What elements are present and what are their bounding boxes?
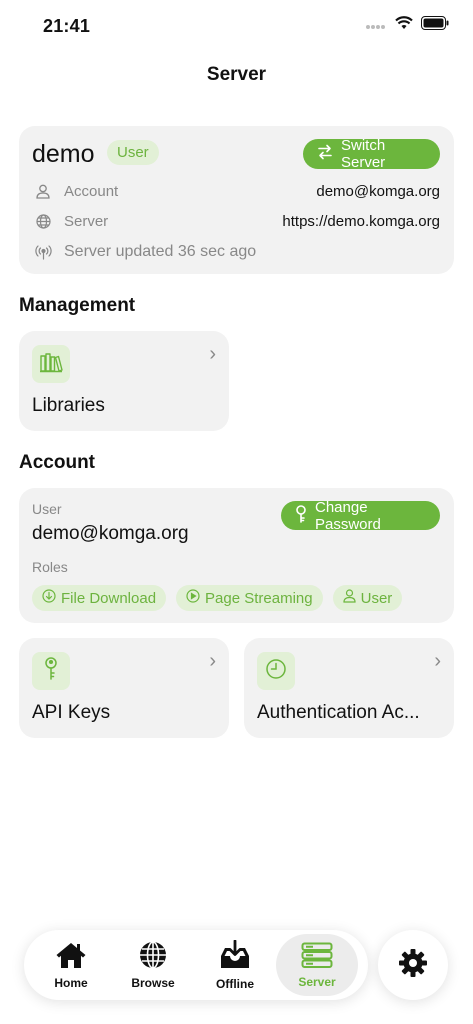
key-icon-box [32, 652, 70, 690]
tab-server[interactable]: Server [276, 934, 358, 996]
download-circle-icon [42, 589, 56, 607]
globe-icon [139, 940, 167, 972]
management-title: Management [19, 295, 136, 316]
switch-server-button[interactable]: Switch Server [303, 137, 440, 171]
role-file-download: File Download [32, 585, 167, 611]
status-bar: 21:41 [0, 0, 473, 52]
account-card: User demo@komga.org Change Password Role… [19, 488, 454, 623]
gear-icon [398, 948, 428, 983]
libraries-label: Libraries [32, 395, 105, 416]
api-keys-tile[interactable]: › API Keys [19, 638, 229, 738]
status-icons [365, 16, 449, 35]
change-password-label: Change Password [315, 498, 381, 533]
chevron-right-icon: › [434, 650, 441, 672]
authentication-activity-tile[interactable]: › Authentication Ac... [244, 638, 454, 738]
play-circle-icon [186, 589, 200, 607]
settings-button[interactable] [378, 930, 448, 1000]
clock-icon [265, 658, 287, 685]
tab-browse-label: Browse [131, 975, 175, 990]
clock-icon-box [257, 652, 295, 690]
signal-dots-icon [365, 17, 387, 35]
key-icon [44, 656, 58, 686]
server-value: https://demo.komga.org [282, 212, 440, 230]
authentication-activity-label: Authentication Ac... [257, 702, 420, 723]
user-value: demo@komga.org [32, 523, 189, 544]
roles-label: Roles [32, 559, 68, 575]
globe-icon [32, 213, 54, 229]
key-icon [295, 504, 307, 527]
role-page-streaming-label: Page Streaming [205, 589, 313, 607]
server-row: Server https://demo.komga.org [32, 210, 440, 232]
switch-server-label: Switch Server [341, 137, 386, 171]
role-badge: User [107, 140, 159, 165]
chevron-right-icon: › [209, 343, 216, 365]
server-updated-row: Server updated 36 sec ago [32, 241, 440, 263]
change-password-button[interactable]: Change Password [281, 498, 440, 533]
chevron-right-icon: › [209, 650, 216, 672]
house-icon [55, 941, 87, 972]
person-icon [32, 184, 54, 199]
tab-home-label: Home [54, 975, 88, 990]
server-icon [301, 942, 333, 971]
books-icon [39, 351, 63, 378]
page-title: Server [206, 64, 267, 85]
server-updated-text: Server updated 36 sec ago [64, 243, 257, 260]
tab-server-label: Server [298, 974, 336, 989]
account-label: Account [64, 182, 119, 200]
role-user-label: User [360, 589, 393, 607]
battery-icon [421, 16, 449, 35]
tab-home[interactable]: Home [30, 934, 112, 996]
server-label: Server [64, 212, 109, 230]
account-row: Account demo@komga.org [32, 180, 440, 202]
roles-list: File Download Page Streaming User [32, 585, 403, 611]
server-card: demo Switch Server Account demo@komga.or… [19, 126, 454, 274]
person-icon [343, 589, 356, 607]
role-user: User [332, 585, 403, 611]
wifi-icon [395, 16, 413, 35]
status-time: 21:41 [43, 16, 91, 36]
tab-offline[interactable]: Offline [194, 934, 276, 996]
tab-offline-label: Offline [216, 976, 254, 991]
tab-browse[interactable]: Browse [112, 934, 194, 996]
libraries-tile[interactable]: › Libraries [19, 331, 229, 431]
role-file-download-label: File Download [61, 589, 157, 607]
role-page-streaming: Page Streaming [176, 585, 323, 611]
antenna-icon [32, 244, 54, 260]
tab-bar: Home Browse Offline Server [24, 930, 368, 1000]
books-icon-box [32, 345, 70, 383]
account-value: demo@komga.org [316, 182, 440, 200]
arrows-swap-icon [317, 144, 333, 164]
api-keys-label: API Keys [32, 702, 111, 723]
user-label: User [32, 501, 62, 517]
tray-download-icon [219, 939, 251, 973]
account-title: Account [19, 452, 95, 473]
server-name: demo [32, 140, 95, 168]
